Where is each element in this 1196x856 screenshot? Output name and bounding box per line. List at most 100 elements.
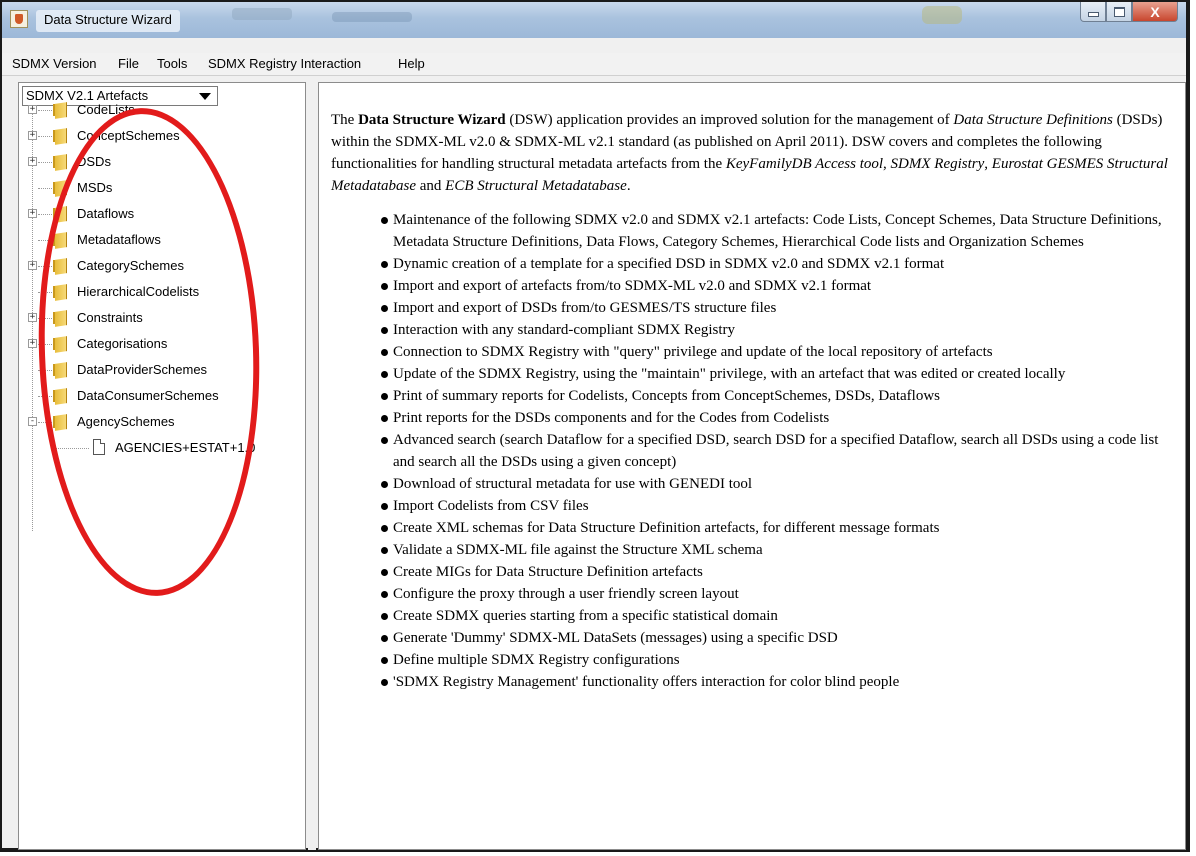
intro-italic: SDMX Registry: [890, 156, 985, 172]
feature-item: Create MIGs for Data Structure Definitio…: [381, 561, 1181, 583]
intro-italic: Data Structure Definitions: [953, 112, 1113, 128]
expand-icon[interactable]: +: [28, 313, 37, 322]
feature-item: Import and export of artefacts from/to S…: [381, 275, 1181, 297]
menu-bar: SDMX Version File Tools SDMX Registry In…: [2, 53, 1186, 76]
folder-icon: [53, 310, 69, 327]
collapse-icon[interactable]: -: [28, 417, 37, 426]
tree-node-label: Categorisations: [77, 336, 168, 351]
app-window: Data Structure Wizard X SDMX Version Fil…: [0, 0, 1190, 852]
intro-text: .: [626, 178, 631, 194]
tree-guide-line: [38, 292, 52, 293]
expand-icon[interactable]: +: [28, 339, 37, 348]
folder-icon: [53, 414, 69, 431]
maximize-icon: [1113, 6, 1125, 17]
close-button[interactable]: X: [1132, 2, 1178, 22]
tree-node[interactable]: - AgencySchemes: [19, 411, 305, 433]
feature-item: Validate a SDMX-ML file against the Stru…: [381, 539, 1181, 561]
tree-node-label: HierarchicalCodelists: [77, 284, 200, 299]
intro-text: and: [415, 178, 446, 194]
tree-guide-line: [38, 370, 52, 371]
java-app-icon: [10, 10, 28, 28]
feature-item: Interaction with any standard-compliant …: [381, 319, 1181, 341]
description-content: The Data Structure Wizard (DSW) applicat…: [331, 109, 1181, 693]
folder-icon: [53, 284, 69, 301]
intro-text: ,: [883, 156, 891, 172]
menu-help[interactable]: Help: [398, 55, 425, 73]
maximize-button[interactable]: [1106, 2, 1132, 22]
tree-guide-line: [38, 266, 52, 267]
tree-node-agencies-estat[interactable]: AGENCIES+ESTAT+1.0: [19, 431, 305, 459]
intro-text: (DSW) application provides an improved s…: [505, 112, 954, 128]
tree-node[interactable]: + Categorisations: [19, 333, 305, 355]
tree-guide-line: [51, 431, 52, 448]
tree-node[interactable]: DataProviderSchemes: [19, 359, 305, 381]
tree-node[interactable]: Metadataflows: [19, 229, 305, 251]
feature-item: Create XML schemas for Data Structure De…: [381, 517, 1181, 539]
expand-icon[interactable]: +: [28, 157, 37, 166]
background-blur: [332, 12, 412, 22]
feature-item: Dynamic creation of a template for a spe…: [381, 253, 1181, 275]
expand-icon[interactable]: +: [28, 105, 37, 114]
tree-node[interactable]: + CodeLists: [19, 99, 305, 121]
tree-node-label: AgencySchemes: [77, 414, 175, 429]
tree-node-label: ConceptSchemes: [77, 128, 180, 143]
file-icon: [93, 439, 105, 455]
tree-node-label: AGENCIES+ESTAT+1.0: [115, 440, 256, 455]
menu-tools[interactable]: Tools: [157, 55, 187, 73]
tree-node[interactable]: + Dataflows: [19, 203, 305, 225]
tree-node[interactable]: MSDs: [19, 177, 305, 199]
feature-item: Generate 'Dummy' SDMX-ML DataSets (messa…: [381, 627, 1181, 649]
tree-guide-line: [38, 136, 52, 137]
tree-guide-line: [38, 318, 52, 319]
tree-guide-line: [38, 396, 52, 397]
feature-item: 'SDMX Registry Management' functionality…: [381, 671, 1181, 693]
feature-item: Import and export of DSDs from/to GESMES…: [381, 297, 1181, 319]
feature-list: Maintenance of the following SDMX v2.0 a…: [331, 209, 1181, 693]
feature-item: Create SDMX queries starting from a spec…: [381, 605, 1181, 627]
feature-item: Update of the SDMX Registry, using the "…: [381, 363, 1181, 385]
folder-icon: [53, 362, 69, 379]
tree-node-label: Metadataflows: [77, 232, 161, 247]
expand-icon[interactable]: +: [28, 209, 37, 218]
artefact-tree-panel: SDMX V2.1 Artefacts + CodeLists + ConceptSc…: [18, 82, 306, 850]
tree-node-label: MSDs: [77, 180, 113, 195]
tree-node[interactable]: + ConceptSchemes: [19, 125, 305, 147]
menu-file[interactable]: File: [118, 55, 139, 73]
folder-icon: [53, 102, 69, 119]
tree-node[interactable]: + DSDs: [19, 151, 305, 173]
menu-sdmx-registry-interaction[interactable]: SDMX Registry Interaction: [208, 55, 361, 73]
expand-icon[interactable]: +: [28, 131, 37, 140]
minimize-button[interactable]: [1080, 2, 1106, 22]
feature-item: Advanced search (search Dataflow for a s…: [381, 429, 1181, 473]
feature-item: Maintenance of the following SDMX v2.0 a…: [381, 209, 1181, 253]
folder-icon: [53, 206, 69, 223]
tree-node[interactable]: DataConsumerSchemes: [19, 385, 305, 407]
intro-text: The: [331, 112, 359, 128]
expand-icon[interactable]: +: [28, 261, 37, 270]
menu-sdmx-version[interactable]: SDMX Version: [12, 55, 97, 73]
tree-guide-line: [38, 422, 52, 423]
tree-node[interactable]: + CategorySchemes: [19, 255, 305, 277]
tree-guide-line: [38, 240, 52, 241]
window-title: Data Structure Wizard: [36, 10, 180, 32]
background-blur: [922, 6, 962, 24]
folder-icon: [53, 258, 69, 275]
panel-splitter[interactable]: [308, 82, 316, 850]
feature-item: Print reports for the DSDs components an…: [381, 407, 1181, 429]
title-bar[interactable]: Data Structure Wizard X: [2, 2, 1186, 38]
tree-guide-line: [38, 188, 52, 189]
feature-item: Print of summary reports for Codelists, …: [381, 385, 1181, 407]
intro-paragraph: The Data Structure Wizard (DSW) applicat…: [331, 109, 1181, 197]
tree-guide-line: [38, 162, 52, 163]
feature-item: Configure the proxy through a user frien…: [381, 583, 1181, 605]
tree-guide-line: [38, 344, 52, 345]
tree-node-label: DataConsumerSchemes: [77, 388, 219, 403]
folder-icon: [53, 232, 69, 249]
tree-node[interactable]: HierarchicalCodelists: [19, 281, 305, 303]
tree-node[interactable]: + Constraints: [19, 307, 305, 329]
tree-node-label: Dataflows: [77, 206, 135, 221]
folder-icon: [53, 128, 69, 145]
background-blur: [232, 8, 292, 20]
folder-icon: [53, 388, 69, 405]
feature-item: Import Codelists from CSV files: [381, 495, 1181, 517]
